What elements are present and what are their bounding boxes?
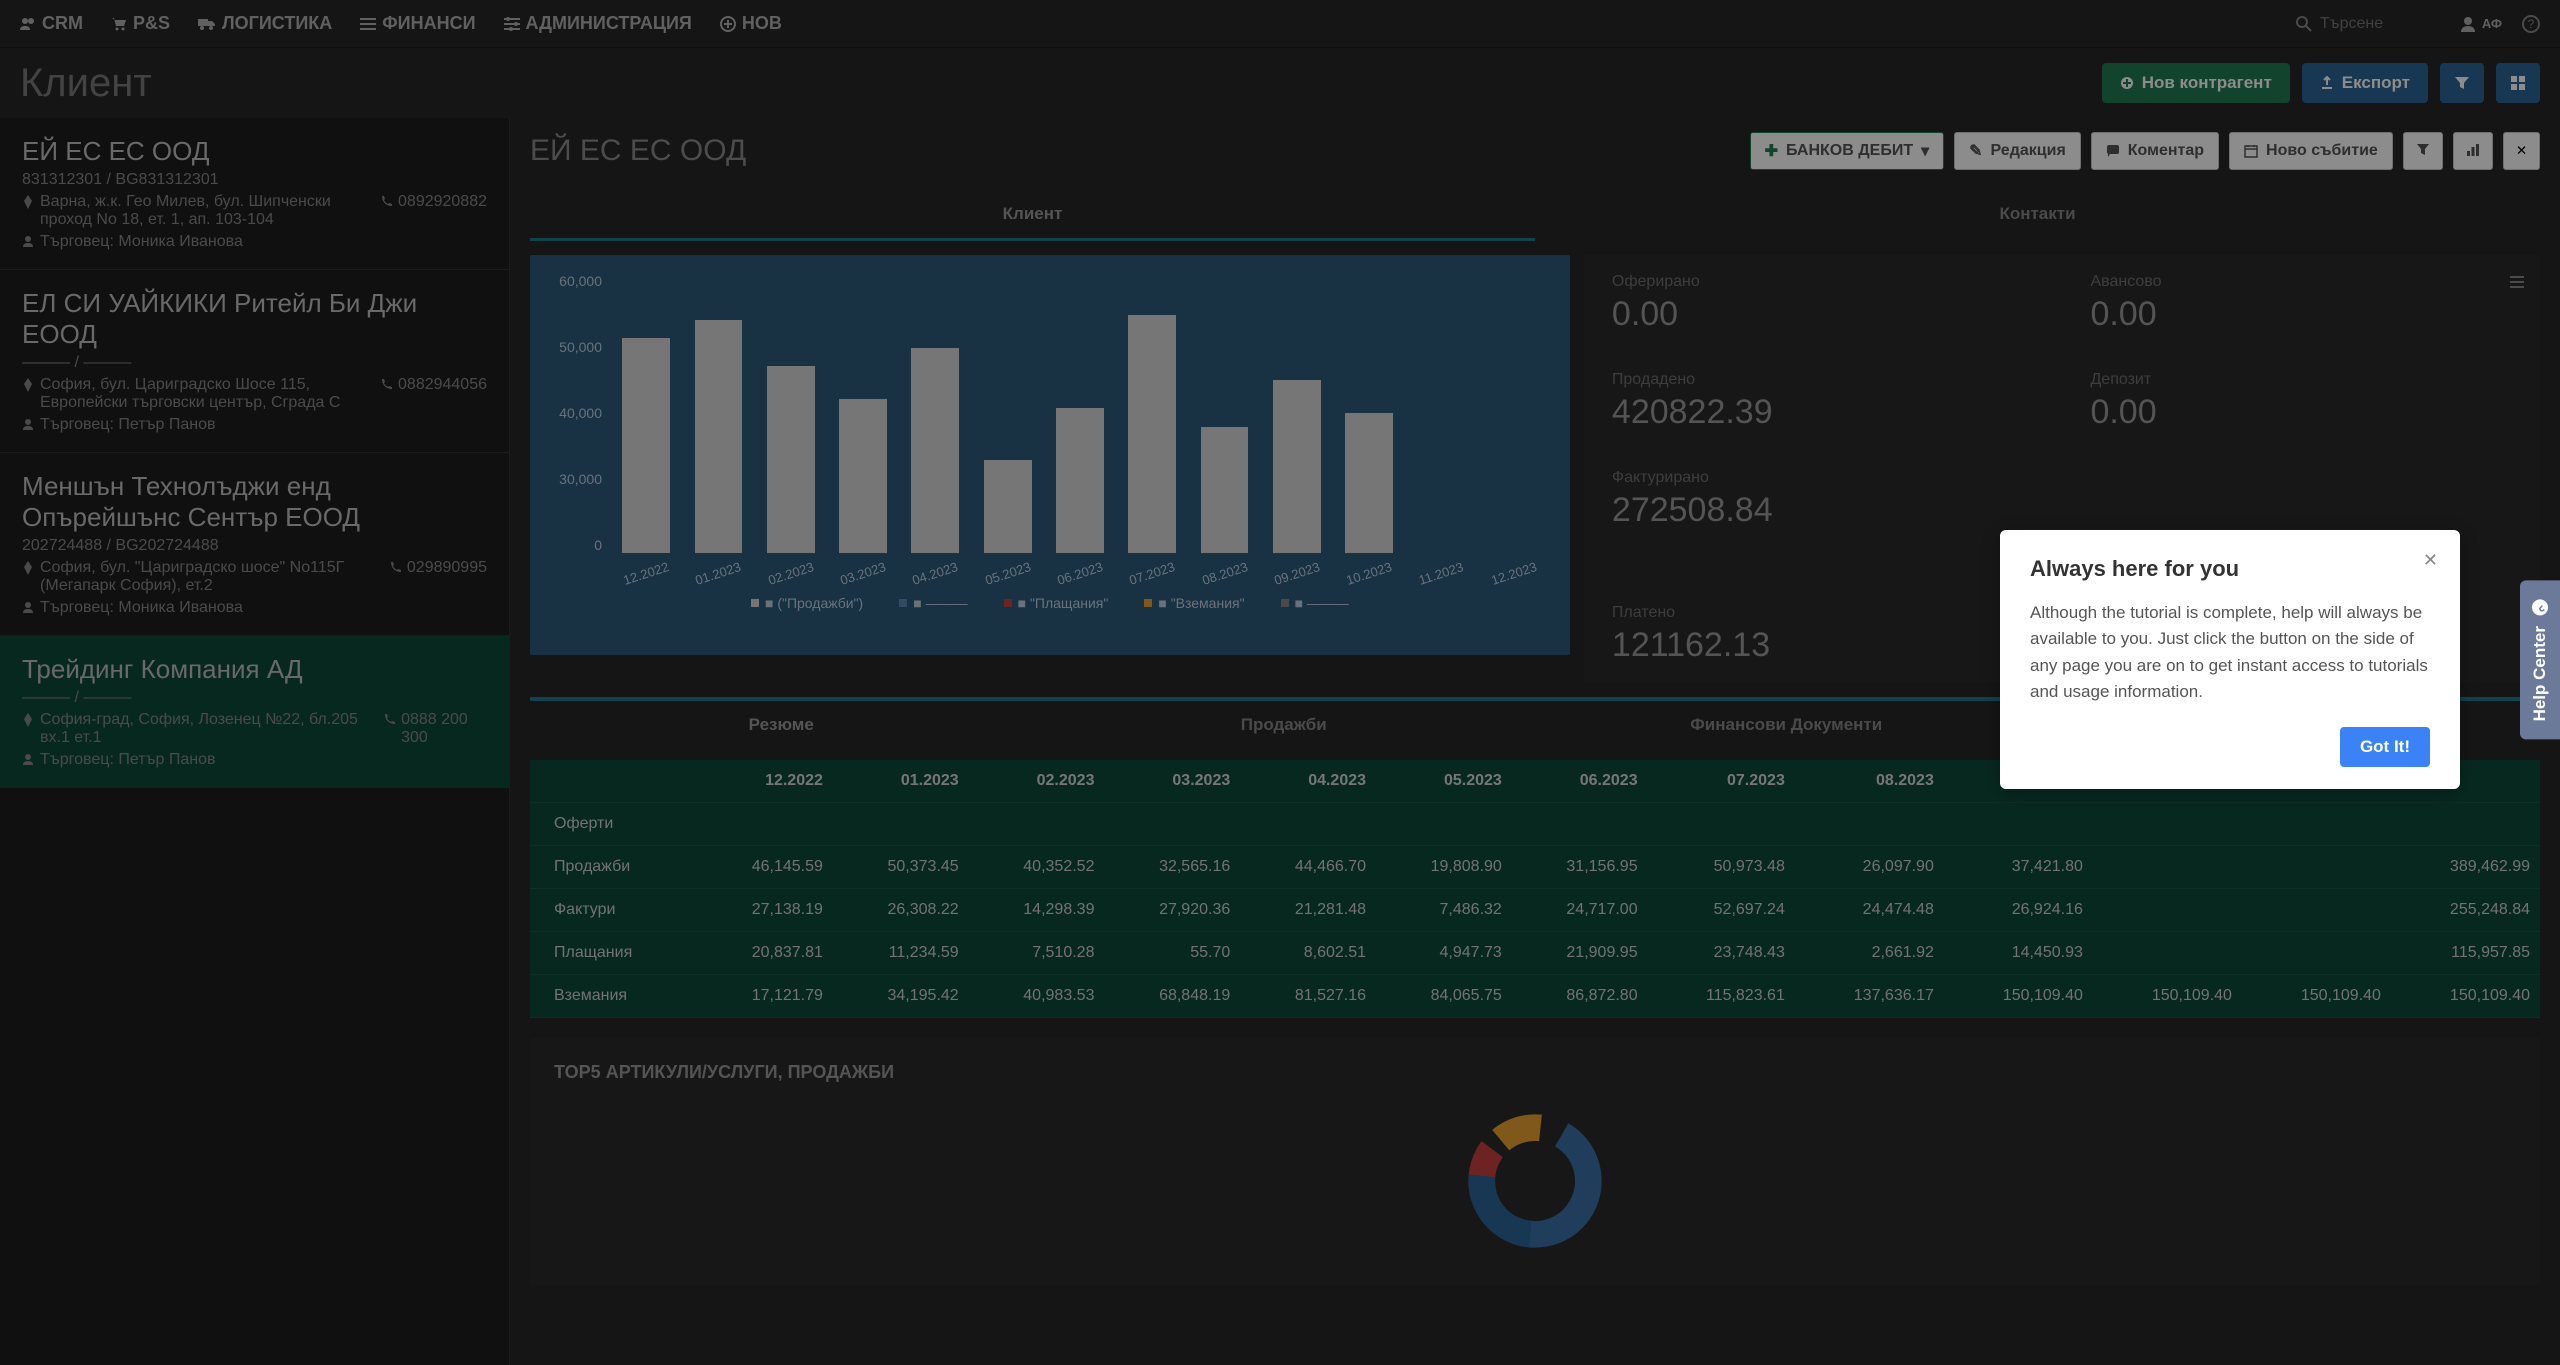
help-close-button[interactable]: ✕ bbox=[2423, 550, 2438, 571]
help-popup: ✕ Always here for you Although the tutor… bbox=[2000, 530, 2460, 789]
help-center-tab[interactable]: Help Center bbox=[2520, 580, 2560, 739]
help-tab-label: Help Center bbox=[2530, 626, 2550, 721]
help-title: Always here for you bbox=[2030, 556, 2430, 582]
help-gotit-button[interactable]: Got It! bbox=[2340, 727, 2430, 767]
chat-icon bbox=[2531, 598, 2549, 616]
help-body: Although the tutorial is complete, help … bbox=[2030, 600, 2430, 705]
